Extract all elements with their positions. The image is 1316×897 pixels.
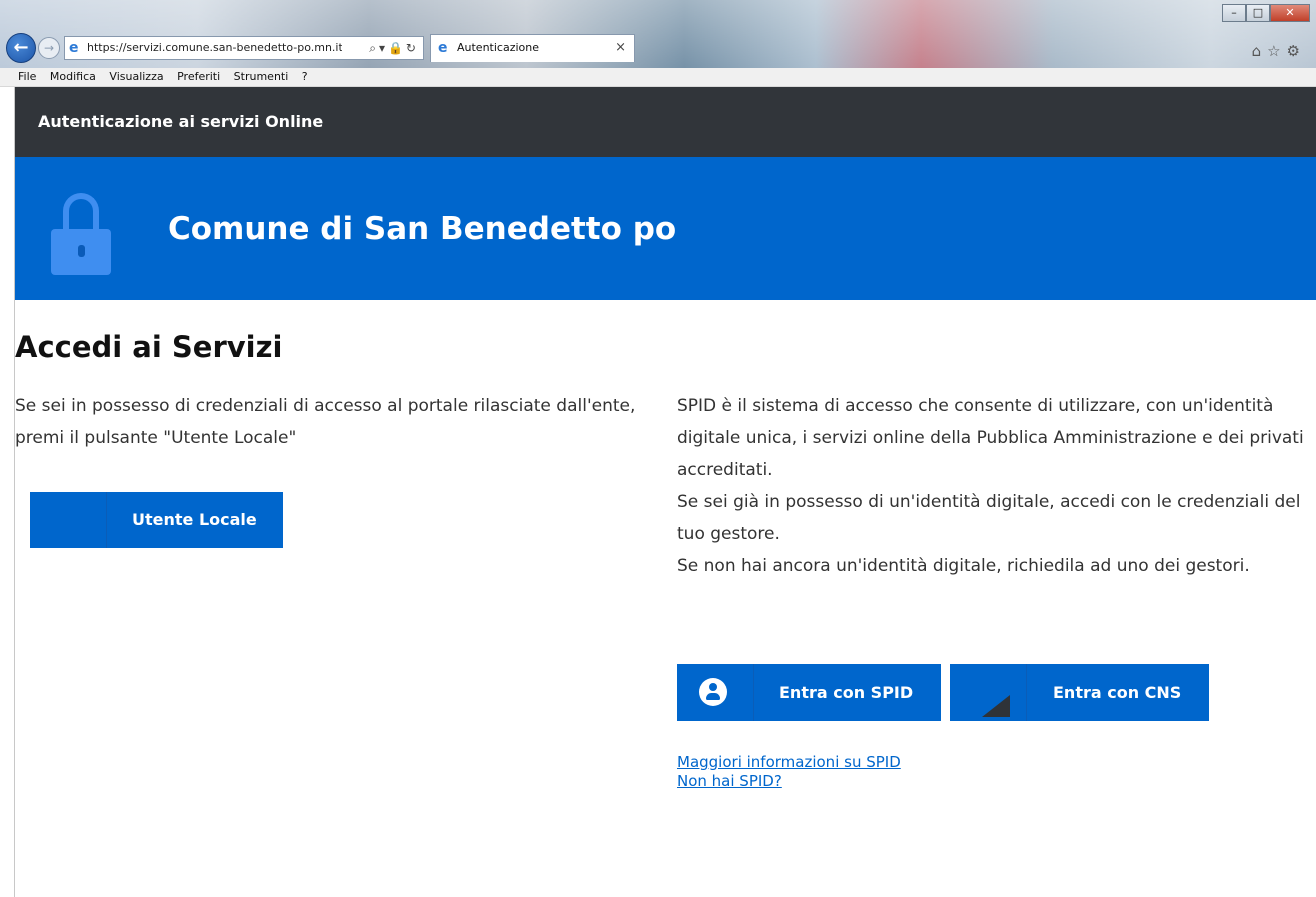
menu-strumenti[interactable]: Strumenti: [234, 70, 289, 83]
browser-chrome: – □ ✕ ← → e https://servizi.comune.san-b…: [0, 0, 1316, 87]
menu-visualizza[interactable]: Visualizza: [109, 70, 163, 83]
local-user-button[interactable]: Utente Locale: [30, 492, 283, 548]
tab-title: Autenticazione: [457, 41, 540, 54]
menu-help[interactable]: ?: [302, 70, 308, 83]
spid-links: Maggiori informazioni su SPID Non hai SP…: [677, 753, 901, 791]
site-title: Autenticazione ai servizi Online: [38, 112, 324, 131]
spid-login-button[interactable]: Entra con SPID: [677, 664, 941, 721]
top-bar: Autenticazione ai servizi Online: [15, 87, 1316, 157]
maximize-button[interactable]: □: [1246, 4, 1270, 22]
button-separator: [1026, 664, 1027, 721]
page: Autenticazione ai servizi Online Comune …: [15, 87, 1316, 897]
address-tools-icons[interactable]: ⌕▾🔒↻: [369, 37, 419, 59]
back-button[interactable]: ←: [6, 33, 36, 63]
url-text: https://servizi.comune.san-benedetto-po.…: [87, 41, 342, 54]
menu-file[interactable]: File: [18, 70, 36, 83]
menu-bar: File Modifica Visualizza Preferiti Strum…: [0, 68, 1316, 87]
star-icon[interactable]: ☆: [1267, 42, 1286, 60]
close-window-button[interactable]: ✕: [1270, 4, 1310, 22]
spid-paragraph-1: SPID è il sistema di accesso che consent…: [677, 396, 1304, 480]
spid-paragraph-3: Se non hai ancora un'identità digitale, …: [677, 556, 1250, 576]
button-separator: [753, 664, 754, 721]
spid-button-label: Entra con SPID: [779, 683, 914, 702]
local-user-description: Se sei in possesso di credenziali di acc…: [15, 396, 636, 448]
tab-close-icon[interactable]: ×: [615, 35, 626, 61]
address-bar[interactable]: e https://servizi.comune.san-benedetto-p…: [64, 36, 424, 60]
spid-paragraph-2: Se sei già in possesso di un'identità di…: [677, 492, 1301, 544]
smart-card-icon: [982, 695, 1010, 717]
municipality-title: Comune di San Benedetto po: [168, 211, 677, 247]
gear-icon[interactable]: ⚙: [1287, 42, 1306, 60]
more-info-spid-link[interactable]: Maggiori informazioni su SPID: [677, 753, 901, 772]
menu-modifica[interactable]: Modifica: [50, 70, 96, 83]
browser-toolbar-icons: ⌂☆⚙: [1252, 42, 1306, 60]
local-user-button-label: Utente Locale: [132, 510, 257, 529]
menu-preferiti[interactable]: Preferiti: [177, 70, 220, 83]
window-left-frame: [0, 87, 15, 897]
window-controls: – □ ✕: [1222, 4, 1310, 22]
forward-button[interactable]: →: [38, 37, 60, 59]
no-spid-link[interactable]: Non hai SPID?: [677, 772, 901, 791]
cns-login-button[interactable]: Entra con CNS: [950, 664, 1209, 721]
home-icon[interactable]: ⌂: [1252, 42, 1268, 60]
user-icon: [699, 678, 727, 706]
navigation-row: ← → e https://servizi.comune.san-benedet…: [0, 33, 1316, 67]
hero-banner: Comune di San Benedetto po: [15, 157, 1316, 300]
tab-autenticazione[interactable]: e Autenticazione ×: [430, 34, 635, 62]
ie-icon: e: [69, 40, 79, 56]
page-heading: Accedi ai Servizi: [15, 330, 283, 364]
cns-button-label: Entra con CNS: [1053, 683, 1182, 702]
minimize-button[interactable]: –: [1222, 4, 1246, 22]
button-separator: [106, 492, 107, 548]
lock-icon: [51, 193, 111, 275]
tab-ie-icon: e: [438, 40, 448, 56]
spid-description: SPID è il sistema di accesso che consent…: [677, 390, 1307, 582]
